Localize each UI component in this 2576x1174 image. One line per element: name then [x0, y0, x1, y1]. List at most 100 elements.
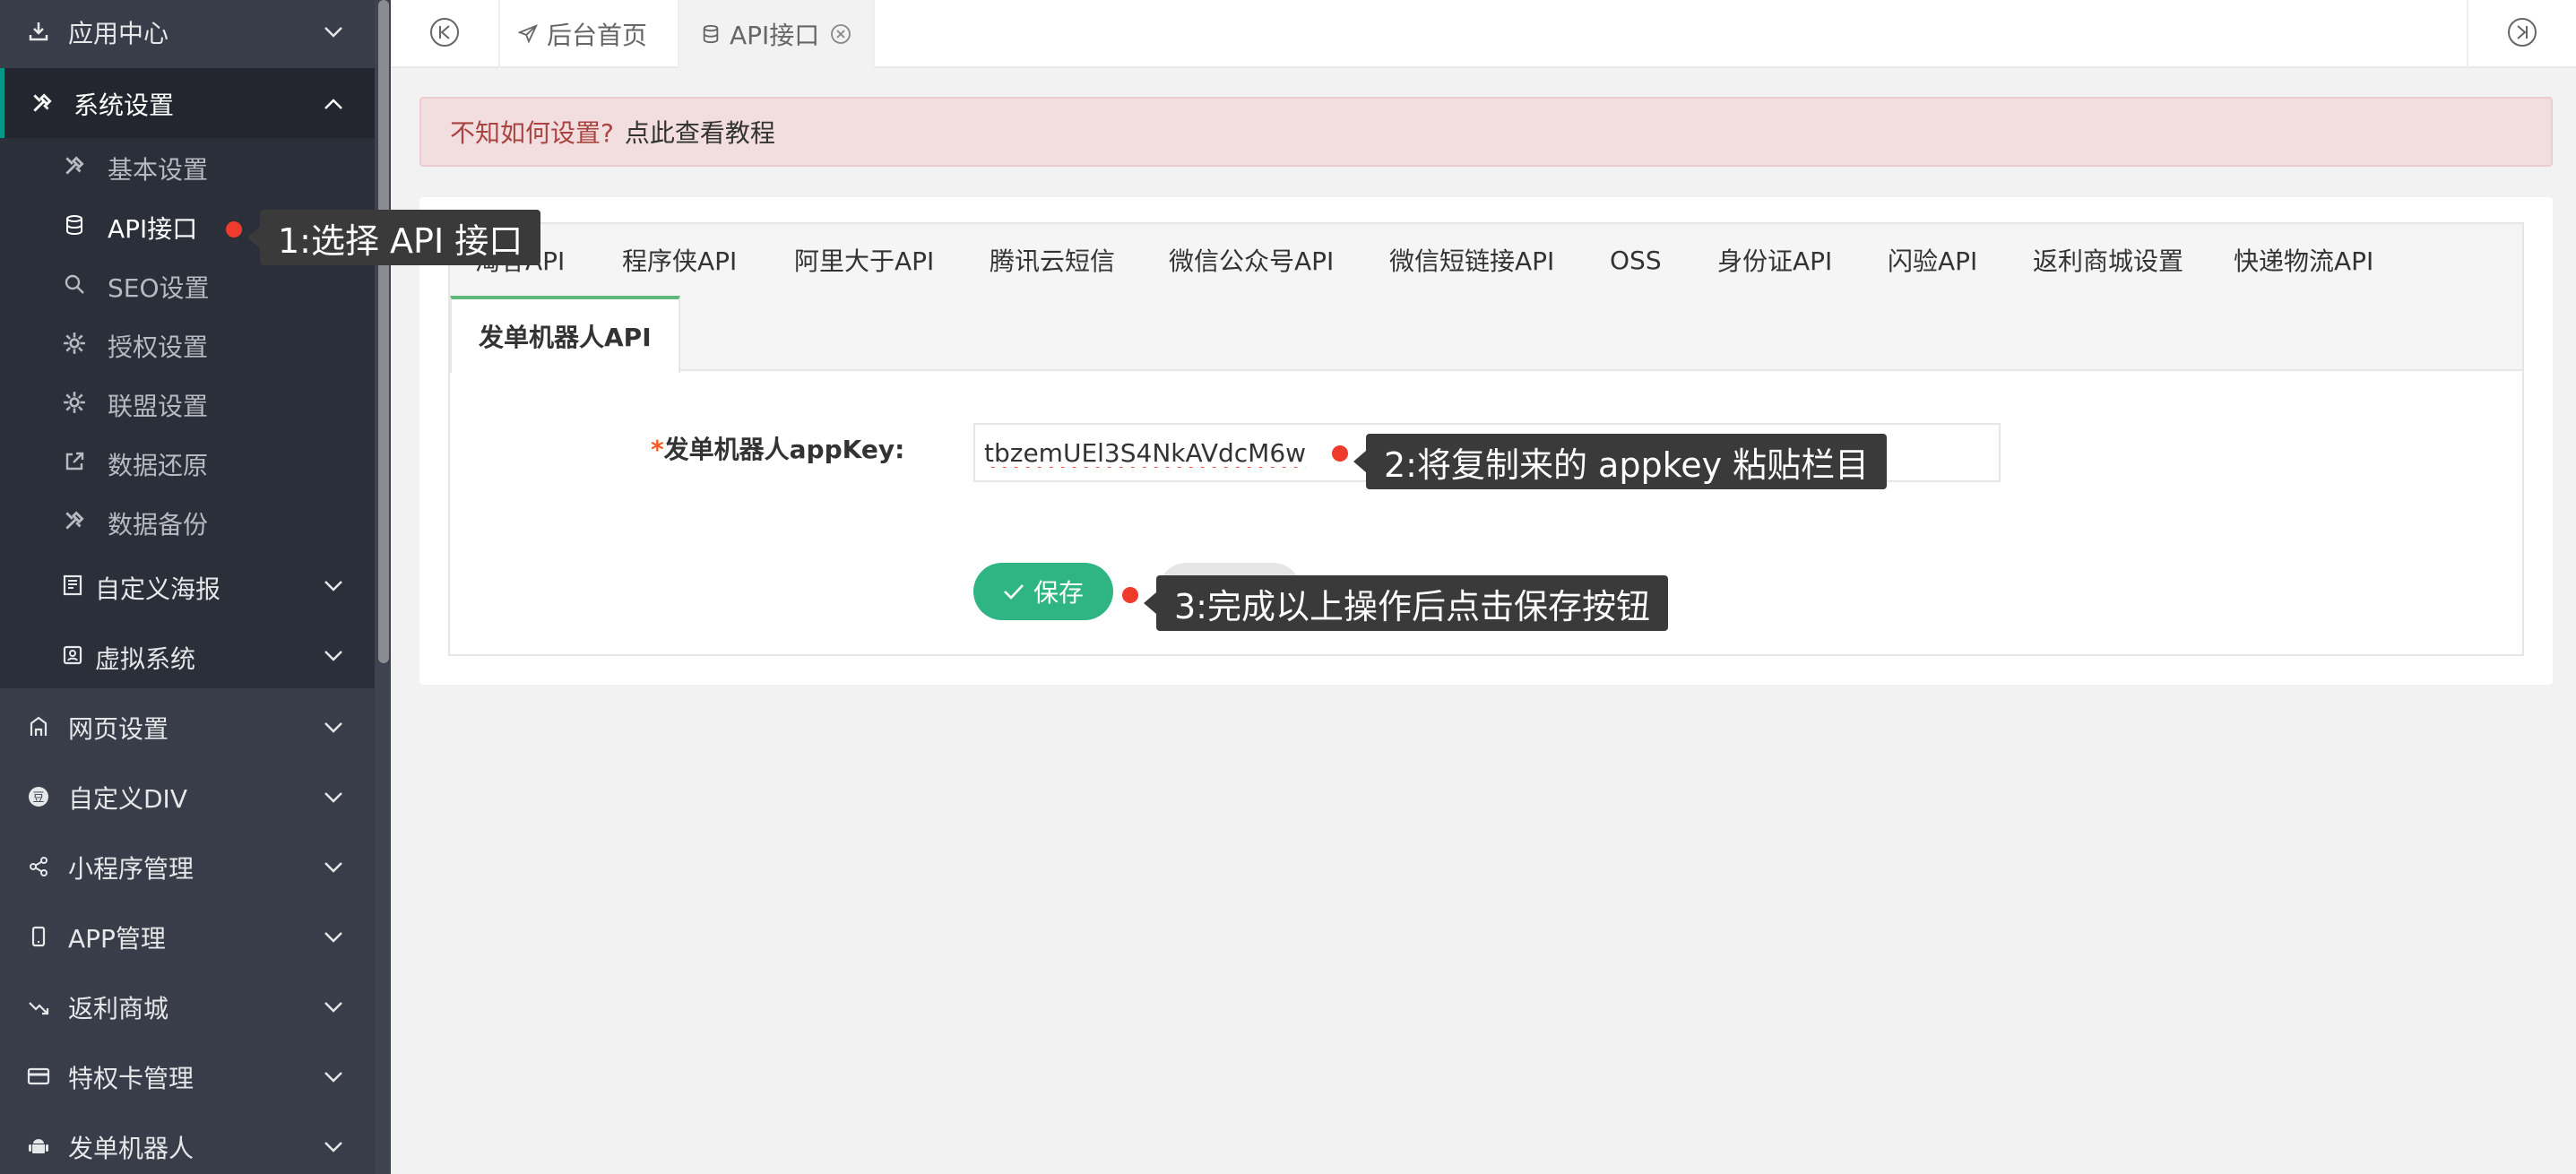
div-icon: 豆 — [27, 785, 50, 808]
sidebar-item-label: 虚拟系统 — [95, 644, 196, 674]
chevron-down-icon — [321, 785, 346, 810]
sidebar-item-label: 授权设置 — [108, 332, 209, 362]
chevron-down-icon — [321, 855, 346, 880]
tab-idcard-api[interactable]: 身份证API — [1717, 224, 1832, 296]
gear-icon — [63, 332, 86, 355]
sidebar-item-label: 联盟设置 — [108, 392, 209, 421]
tab-express-api[interactable]: 快递物流API — [2234, 224, 2373, 296]
tools-icon — [63, 509, 86, 532]
sidebar-item-order-robot[interactable]: 发单机器人 — [0, 1118, 375, 1174]
sidebar-item-data-backup[interactable]: 数据备份 — [0, 496, 375, 547]
annotation-step1: 1:选择 API 接口 — [246, 210, 541, 265]
annotation-step2: 2:将复制来的 appkey 粘贴栏目 — [1353, 434, 1888, 489]
chevron-down-icon — [321, 995, 346, 1020]
save-button[interactable]: 保存 — [973, 563, 1113, 620]
sidebar-item-seo[interactable]: SEO设置 — [0, 260, 375, 310]
rewind-icon — [429, 17, 460, 51]
tab-order-robot-api[interactable]: 发单机器人API — [450, 296, 680, 373]
tab-api[interactable]: API接口 — [679, 0, 875, 68]
phone-icon — [27, 925, 50, 948]
scroll-tabs-left-button[interactable] — [391, 0, 500, 68]
tab-admin-home[interactable]: 后台首页 — [500, 0, 679, 68]
appkey-label: *发单机器人appKey: — [651, 430, 904, 466]
trend-icon — [27, 995, 50, 1018]
tab-chengxuxia-api[interactable]: 程序侠API — [622, 224, 737, 296]
annotation-marker-2 — [1332, 445, 1348, 462]
save-label: 保存 — [1033, 578, 1084, 608]
sidebar-item-label: 基本设置 — [108, 155, 209, 185]
fast-forward-icon — [2507, 17, 2537, 51]
annotation-step3: 3:完成以上操作后点击保存按钮 — [1144, 575, 1668, 631]
sidebar-item-basic-settings[interactable]: 基本设置 — [0, 142, 375, 192]
database-icon — [701, 24, 721, 44]
tab-shanyan-api[interactable]: 闪验API — [1888, 224, 1977, 296]
scroll-tabs-right-button[interactable] — [2467, 0, 2576, 68]
sidebar-item-label: 系统设置 — [73, 91, 175, 120]
sidebar-item-label: API接口 — [108, 214, 198, 244]
sidebar-item-label: 发单机器人 — [68, 1134, 194, 1163]
sidebar-item-label: 网页设置 — [68, 714, 169, 744]
virtual-icon — [61, 643, 84, 667]
sidebar-item-app-management[interactable]: APP管理 — [0, 909, 375, 964]
sidebar-item-label: 小程序管理 — [68, 854, 194, 884]
sidebar-item-custom-div[interactable]: 豆 自定义DIV — [0, 769, 375, 824]
poster-icon — [61, 574, 84, 597]
send-icon — [518, 24, 538, 44]
tools-icon — [63, 154, 86, 177]
sidebar-item-miniprogram[interactable]: 小程序管理 — [0, 839, 375, 894]
chevron-down-icon — [321, 1065, 346, 1090]
appkey-label-text: 发单机器人appKey: — [663, 435, 905, 464]
sidebar-item-app-center[interactable]: 应用中心 — [0, 0, 375, 65]
tab-wechat-mp-api[interactable]: 微信公众号API — [1169, 224, 1334, 296]
api-tabs-header: 淘客API 程序侠API 阿里大于API 腾讯云短信 微信公众号API 微信短链… — [450, 224, 2522, 373]
tab-tencent-sms[interactable]: 腾讯云短信 — [990, 224, 1115, 296]
sidebar-item-label: 特权卡管理 — [68, 1064, 194, 1093]
sidebar-item-union[interactable]: 联盟设置 — [0, 378, 375, 428]
chevron-down-icon — [321, 715, 346, 740]
gear-icon — [63, 391, 86, 414]
sidebar-item-label: 应用中心 — [68, 19, 169, 48]
database-icon — [63, 213, 86, 237]
sidebar-item-custom-poster[interactable]: 自定义海报 — [0, 561, 375, 611]
sidebar-item-label: 自定义海报 — [95, 574, 221, 604]
search-icon — [63, 272, 86, 296]
sidebar-item-label: 数据备份 — [108, 510, 209, 540]
sidebar: 应用中心 系统设置 基本设置 API接口 SEO设置 授权设置 联盟设置 数据还… — [0, 0, 375, 1174]
tab-label: API接口 — [730, 21, 820, 50]
chevron-up-icon — [321, 91, 346, 117]
web-icon — [27, 715, 50, 738]
sidebar-scrollbar[interactable] — [375, 0, 391, 1174]
notice-question: 不知如何设置? — [450, 118, 614, 148]
tab-label: 后台首页 — [547, 21, 648, 50]
sidebar-item-virtual-system[interactable]: 虚拟系统 — [0, 631, 375, 681]
chevron-down-icon — [321, 925, 346, 950]
sidebar-item-privilege-card[interactable]: 特权卡管理 — [0, 1049, 375, 1104]
sidebar-item-label: 自定义DIV — [68, 784, 187, 814]
sidebar-item-auth[interactable]: 授权设置 — [0, 319, 375, 369]
tutorial-link[interactable]: 点此查看教程 — [625, 114, 775, 150]
sidebar-item-label: 数据还原 — [108, 451, 209, 480]
chevron-down-icon — [321, 1135, 346, 1160]
tab-oss[interactable]: OSS — [1610, 224, 1662, 296]
external-link-icon — [63, 450, 86, 473]
annotation-marker-3 — [1122, 587, 1138, 603]
sidebar-item-rebate-mall[interactable]: 返利商城 — [0, 979, 375, 1034]
sidebar-item-web-settings[interactable]: 网页设置 — [0, 699, 375, 755]
chevron-down-icon — [321, 643, 346, 669]
close-tab-icon[interactable] — [830, 23, 851, 45]
tutorial-notice: 不知如何设置? 点此查看教程 — [419, 97, 2553, 167]
scrollbar-thumb[interactable] — [378, 0, 389, 663]
sidebar-item-data-restore[interactable]: 数据还原 — [0, 437, 375, 488]
card-icon — [27, 1065, 50, 1088]
android-icon — [27, 1135, 50, 1158]
tab-alidayu-api[interactable]: 阿里大于API — [794, 224, 934, 296]
download-icon — [27, 20, 50, 43]
tab-wechat-shortlink-api[interactable]: 微信短链接API — [1389, 224, 1554, 296]
tab-rebate-mall-settings[interactable]: 返利商城设置 — [2033, 224, 2183, 296]
sidebar-item-label: 返利商城 — [68, 994, 169, 1023]
sidebar-item-system-settings[interactable]: 系统设置 — [0, 68, 375, 138]
active-indicator — [0, 68, 4, 138]
tools-icon — [30, 91, 54, 115]
svg-text:豆: 豆 — [32, 791, 44, 805]
chevron-down-icon — [321, 20, 346, 45]
